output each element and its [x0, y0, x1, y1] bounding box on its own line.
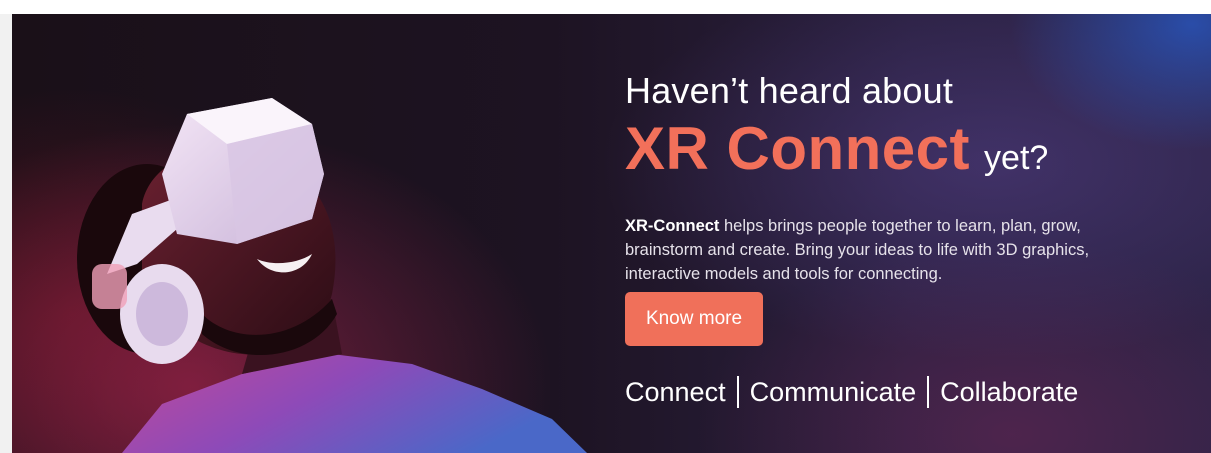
tagline-communicate: Communicate: [749, 376, 917, 407]
vr-person-image: [12, 14, 612, 453]
tagline-divider: [736, 376, 739, 408]
tagline-connect: Connect: [625, 376, 726, 407]
brand-suffix: yet?: [984, 139, 1049, 177]
description: XR-Connect helps brings people together …: [625, 214, 1125, 286]
brand-line: XR Connect yet?: [625, 114, 1048, 183]
hero-banner: Haven’t heard about XR Connect yet? XR-Co…: [12, 14, 1211, 453]
tagline-divider: [927, 376, 930, 408]
know-more-button[interactable]: Know more: [625, 292, 763, 346]
description-lead: XR-Connect: [625, 216, 720, 235]
tagline-collaborate: Collaborate: [940, 376, 1079, 407]
tagline: Connect Communicate Collaborate: [625, 376, 1078, 408]
top-strip: [0, 0, 1211, 14]
brand-name: XR Connect: [625, 115, 971, 182]
headline: Haven’t heard about: [625, 70, 954, 111]
